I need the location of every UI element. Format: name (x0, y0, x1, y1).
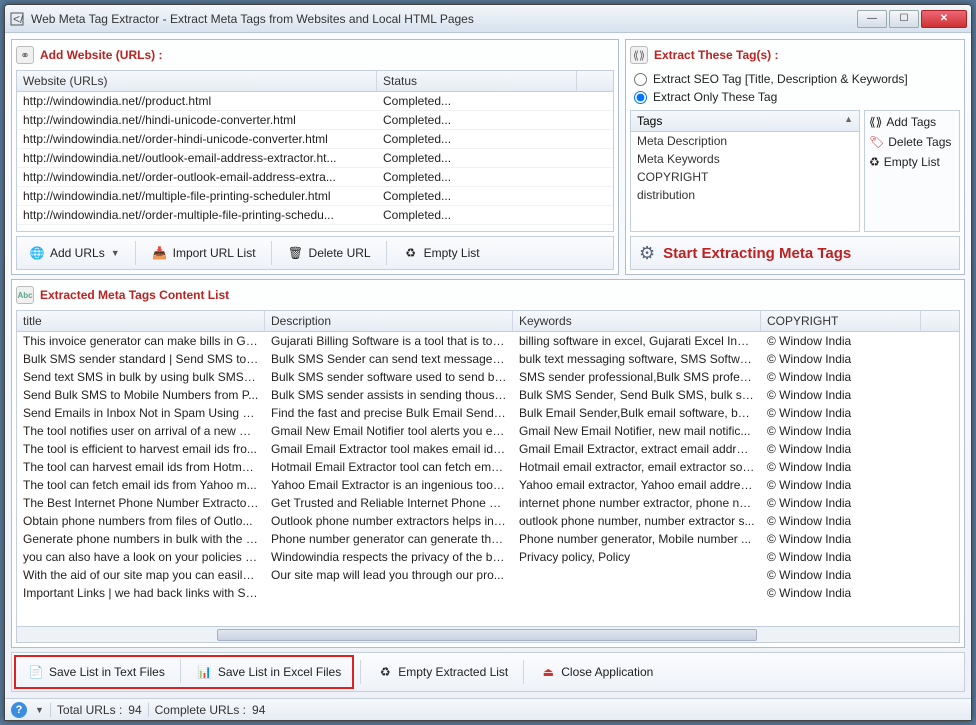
globe-icon: 🌐 (28, 244, 46, 262)
import-icon: 📥 (151, 244, 169, 262)
bottom-toolbar: 📄Save List in Text Files 📊Save List in E… (11, 652, 965, 692)
empty-tags-button[interactable]: ♻Empty List (869, 155, 955, 169)
recycle-icon: ♻ (376, 663, 394, 681)
tags-icon: ⟪⟫ (630, 46, 648, 64)
url-row[interactable]: http://windowindia.net//order-hindi-unic… (17, 130, 613, 149)
result-row[interactable]: you can also have a look on your policie… (17, 548, 959, 566)
delete-tag-icon: 🏷 (869, 135, 884, 149)
save-excel-button[interactable]: 📊Save List in Excel Files (187, 659, 350, 685)
titlebar[interactable]: </> Web Meta Tag Extractor - Extract Met… (5, 5, 971, 33)
urls-grid[interactable]: Website (URLs) Status http://windowindia… (16, 70, 614, 232)
total-urls-value: 94 (128, 703, 141, 717)
status-bar: ? ▼ Total URLs : 94 Complete URLs : 94 (5, 698, 971, 720)
empty-extracted-button[interactable]: ♻Empty Extracted List (367, 659, 517, 685)
add-urls-panel: ⚭ Add Website (URLs) : Website (URLs) St… (11, 39, 619, 275)
tags-list[interactable]: Tags ▲ Meta DescriptionMeta KeywordsCOPYR… (630, 110, 860, 232)
chevron-down-icon[interactable]: ▼ (35, 705, 44, 715)
result-row[interactable]: Send Emails in Inbox Not in Spam Using B… (17, 404, 959, 422)
result-row[interactable]: Obtain phone numbers from files of Outlo… (17, 512, 959, 530)
add-urls-button[interactable]: 🌐Add URLs▼ (19, 240, 129, 266)
chevron-down-icon: ▼ (111, 248, 120, 258)
radio-seo-tags[interactable]: Extract SEO Tag [Title, Description & Ke… (630, 70, 960, 88)
svg-text:</>: </> (13, 12, 24, 26)
chevron-up-icon[interactable]: ▲ (844, 114, 853, 128)
start-extracting-button[interactable]: ⚙ Start Extracting Meta Tags (630, 236, 960, 270)
gear-icon: ⚙ (639, 243, 655, 264)
close-button[interactable]: ✕ (921, 10, 967, 28)
horizontal-scrollbar[interactable] (17, 626, 959, 642)
window-title: Web Meta Tag Extractor - Extract Meta Ta… (31, 12, 857, 26)
col-keywords[interactable]: Keywords (513, 311, 761, 331)
delete-url-button[interactable]: 🗑Delete URL (278, 240, 380, 266)
result-row[interactable]: The Best Internet Phone Number Extractor… (17, 494, 959, 512)
col-url[interactable]: Website (URLs) (17, 71, 377, 91)
empty-list-button[interactable]: ♻Empty List (393, 240, 489, 266)
tag-item[interactable]: Meta Description (631, 132, 859, 150)
tags-buttons: ⟪⟫Add Tags 🏷Delete Tags ♻Empty List (864, 110, 960, 232)
result-row[interactable]: The tool notifies user on arrival of a n… (17, 422, 959, 440)
exit-icon: ⏏ (539, 663, 557, 681)
save-text-button[interactable]: 📄Save List in Text Files (18, 659, 174, 685)
col-status[interactable]: Status (377, 71, 577, 91)
url-row[interactable]: http://windowindia.net//order-outlook-em… (17, 168, 613, 187)
results-panel: Abc Extracted Meta Tags Content List tit… (11, 279, 965, 648)
minimize-button[interactable]: — (857, 10, 887, 28)
link-icon: ⚭ (16, 46, 34, 64)
urls-toolbar: 🌐Add URLs▼ 📥Import URL List 🗑Delete URL … (16, 236, 614, 270)
save-highlight-box: 📄Save List in Text Files 📊Save List in E… (14, 655, 354, 689)
recycle-icon: ♻ (402, 244, 420, 262)
result-row[interactable]: Generate phone numbers in bulk with the … (17, 530, 959, 548)
save-text-icon: 📄 (27, 663, 45, 681)
scrollbar-thumb[interactable] (217, 629, 757, 641)
add-tag-icon: ⟪⟫ (869, 115, 882, 129)
results-header: Extracted Meta Tags Content List (40, 288, 229, 302)
maximize-button[interactable]: ☐ (889, 10, 919, 28)
result-row[interactable]: Important Links | we had back links with… (17, 584, 959, 602)
result-row[interactable]: Send text SMS in bulk by using bulk SMS … (17, 368, 959, 386)
total-urls-label: Total URLs : (57, 703, 122, 717)
close-app-button[interactable]: ⏏Close Application (530, 659, 662, 685)
delete-icon: 🗑 (287, 244, 305, 262)
add-tags-button[interactable]: ⟪⟫Add Tags (869, 115, 955, 129)
col-description[interactable]: Description (265, 311, 513, 331)
complete-urls-value: 94 (252, 703, 265, 717)
recycle-icon: ♻ (869, 155, 880, 169)
add-urls-header: Add Website (URLs) : (40, 48, 162, 62)
app-window: </> Web Meta Tag Extractor - Extract Met… (4, 4, 972, 721)
tag-item[interactable]: Meta Keywords (631, 150, 859, 168)
abc-icon: Abc (16, 286, 34, 304)
extract-tags-header: Extract These Tag(s) : (654, 48, 778, 62)
result-row[interactable]: The tool is efficient to harvest email i… (17, 440, 959, 458)
import-url-list-button[interactable]: 📥Import URL List (142, 240, 265, 266)
complete-urls-label: Complete URLs : (155, 703, 246, 717)
extract-tags-panel: ⟪⟫ Extract These Tag(s) : Extract SEO Ta… (625, 39, 965, 275)
help-icon[interactable]: ? (11, 702, 27, 718)
result-row[interactable]: With the aid of our site map you can eas… (17, 566, 959, 584)
results-grid[interactable]: title Description Keywords COPYRIGHT Thi… (16, 310, 960, 643)
url-row[interactable]: http://windowindia.net//hindi-unicode-co… (17, 111, 613, 130)
url-row[interactable]: http://windowindia.net//multiple-file-pr… (17, 187, 613, 206)
col-title[interactable]: title (17, 311, 265, 331)
result-row[interactable]: The tool can fetch email ids from Yahoo … (17, 476, 959, 494)
radio-only-these[interactable]: Extract Only These Tag (630, 88, 960, 106)
col-copyright[interactable]: COPYRIGHT (761, 311, 921, 331)
url-row[interactable]: http://windowindia.net//product.htmlComp… (17, 92, 613, 111)
tag-item[interactable]: COPYRIGHT (631, 168, 859, 186)
app-icon: </> (9, 11, 25, 27)
result-row[interactable]: This invoice generator can make bills in… (17, 332, 959, 350)
tag-item[interactable]: distribution (631, 186, 859, 204)
delete-tags-button[interactable]: 🏷Delete Tags (869, 135, 955, 149)
result-row[interactable]: Send Bulk SMS to Mobile Numbers from P..… (17, 386, 959, 404)
url-row[interactable]: http://windowindia.net//outlook-email-ad… (17, 149, 613, 168)
url-row[interactable]: http://windowindia.net//order-multiple-f… (17, 206, 613, 225)
result-row[interactable]: The tool can harvest email ids from Hotm… (17, 458, 959, 476)
save-excel-icon: 📊 (196, 663, 214, 681)
tags-col-header[interactable]: Tags (637, 114, 662, 128)
result-row[interactable]: Bulk SMS sender standard | Send SMS to m… (17, 350, 959, 368)
